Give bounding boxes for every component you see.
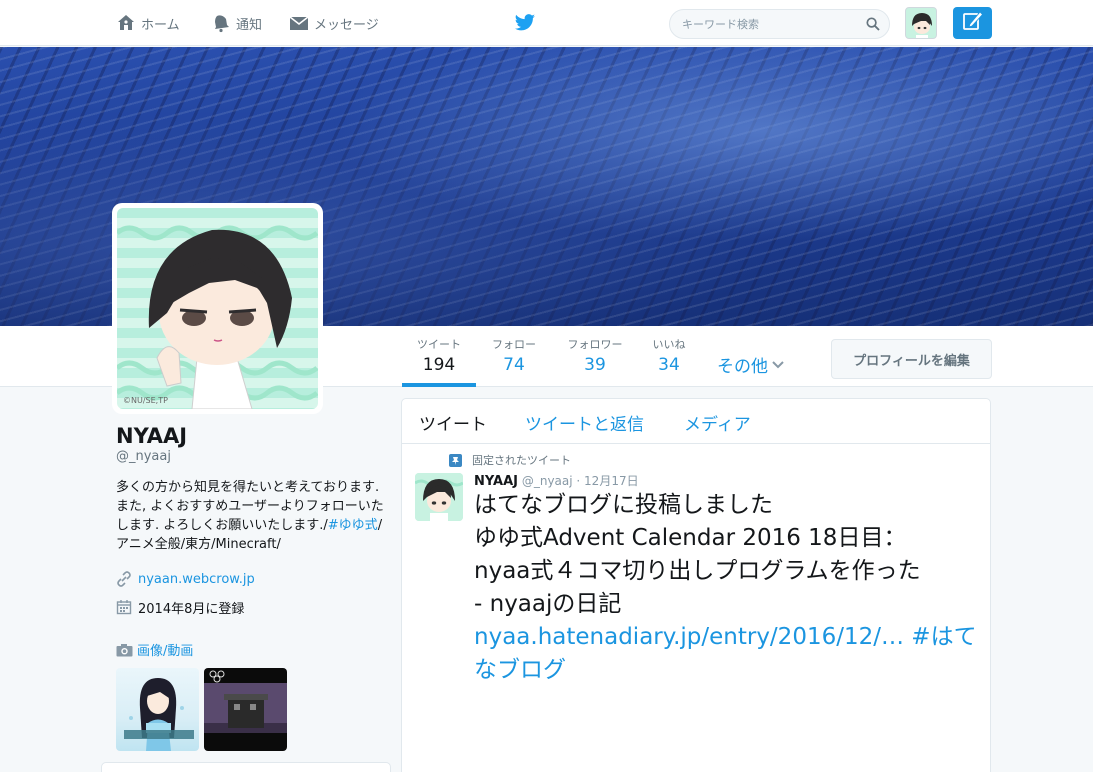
tweet-author-name[interactable]: NYAAJ [474,474,518,489]
chevron-down-icon [772,360,784,369]
tweet-text: はてなブログに投稿しました ゆゆ式Advent Calendar 2016 18… [474,489,984,687]
profile-sidebar: NYAAJ @_nyaaj 多くの方から知見を得たいと考えております. また, … [116,424,386,751]
stat-following[interactable]: フォロー 74 [483,336,545,375]
bell-icon [211,13,231,33]
tab-tweets[interactable]: ツイート [419,410,487,435]
pin-icon [449,453,462,467]
profile-avatar[interactable]: ©NU/SE,TP [112,203,323,414]
nav-messages[interactable]: メッセージ [289,0,379,46]
nav-notifications-label: 通知 [236,17,263,33]
profile-website-link[interactable]: nyaan.webcrow.jp [138,572,255,587]
stat-likes-label: いいね [652,338,686,351]
stat-followers-value: 39 [584,355,606,375]
media-thumbnail[interactable] [116,668,199,751]
tweet-header: NYAAJ @_nyaaj · 12月17日 [474,472,639,489]
profile-name[interactable]: NYAAJ [116,424,386,448]
search-placeholder: キーワード検索 [682,18,759,31]
profile-bio: 多くの方から知見を得たいと考えております. また, よくおすすめユーザーよりフォ… [116,478,386,554]
stat-likes-value: 34 [658,355,680,375]
pinned-tweet-indicator: 固定されたツイート [449,452,571,468]
link-icon [116,571,132,587]
compose-tweet-button[interactable] [953,7,992,39]
compose-icon [962,10,984,36]
nav-home[interactable]: ホーム [116,0,180,46]
media-section-label: 画像/動画 [137,644,194,659]
timeline-tabs: ツイート ツイートと返信 メディア [402,399,990,444]
tweet-line: ゆゆ式Advent Calendar 2016 18日目： [474,525,907,551]
twitter-bird-icon[interactable] [514,13,536,33]
envelope-icon [289,13,309,33]
calendar-icon [116,599,132,615]
tweet-author-avatar[interactable] [415,473,463,521]
media-thumbnails [116,668,386,751]
tweet-author-handle[interactable]: @_nyaaj [522,474,573,488]
nav-home-label: ホーム [141,17,180,33]
account-avatar[interactable] [905,7,937,39]
media-thumbnail[interactable] [204,668,287,751]
more-dropdown[interactable]: その他 [717,352,784,377]
stat-tweets-label: ツイート [417,338,461,351]
nav-messages-label: メッセージ [314,17,379,33]
pinned-label: 固定されたツイート [472,454,571,467]
media-section-link[interactable]: 画像/動画 [116,640,386,659]
bio-hashtag[interactable]: #ゆゆ式 [328,518,378,533]
stat-followers[interactable]: フォロワー 39 [560,336,630,375]
more-label: その他 [717,357,768,377]
tab-tweets-and-replies[interactable]: ツイートと返信 [525,410,644,435]
search-icon[interactable] [866,17,880,31]
avatar-credit: ©NU/SE,TP [123,396,168,405]
website-row: nyaan.webcrow.jp [116,568,386,590]
tweet-date[interactable]: · 12月17日 [576,474,638,488]
search-input[interactable]: キーワード検索 [669,9,890,39]
timeline: ツイート ツイートと返信 メディア 固定されたツイート NYAAJ @_nyaa… [401,398,991,772]
tweet-line: はてなブログに投稿しました [474,492,773,518]
stat-likes[interactable]: いいね 34 [640,336,698,375]
tweet-link[interactable]: nyaa.hatenadiary.jp/entry/2016/12/… [474,624,904,650]
edit-profile-button[interactable]: プロフィールを編集 [831,339,992,379]
stat-followers-label: フォロワー [567,338,623,351]
camera-icon [116,643,133,657]
tweet-line: nyaa式４コマ切り出しプログラムを作った [474,558,921,584]
stat-following-label: フォロー [492,338,536,351]
stat-tweets[interactable]: ツイート 194 [402,336,476,387]
tweet-line: - nyaajの日記 [474,591,622,617]
home-icon [116,13,136,33]
top-navigation: ホーム 通知 メッセージ キーワード検索 [0,0,1093,46]
stat-tweets-value: 194 [422,355,456,375]
stat-following-value: 74 [503,355,525,375]
profile-meta: nyaan.webcrow.jp 2014年8月に登録 [116,568,386,618]
profile-joined: 2014年8月に登録 [138,601,245,617]
sidebar-card [101,762,391,772]
nav-notifications[interactable]: 通知 [211,0,262,46]
profile-handle[interactable]: @_nyaaj [116,449,386,464]
tab-media[interactable]: メディア [684,410,751,435]
joined-row: 2014年8月に登録 [116,596,386,618]
